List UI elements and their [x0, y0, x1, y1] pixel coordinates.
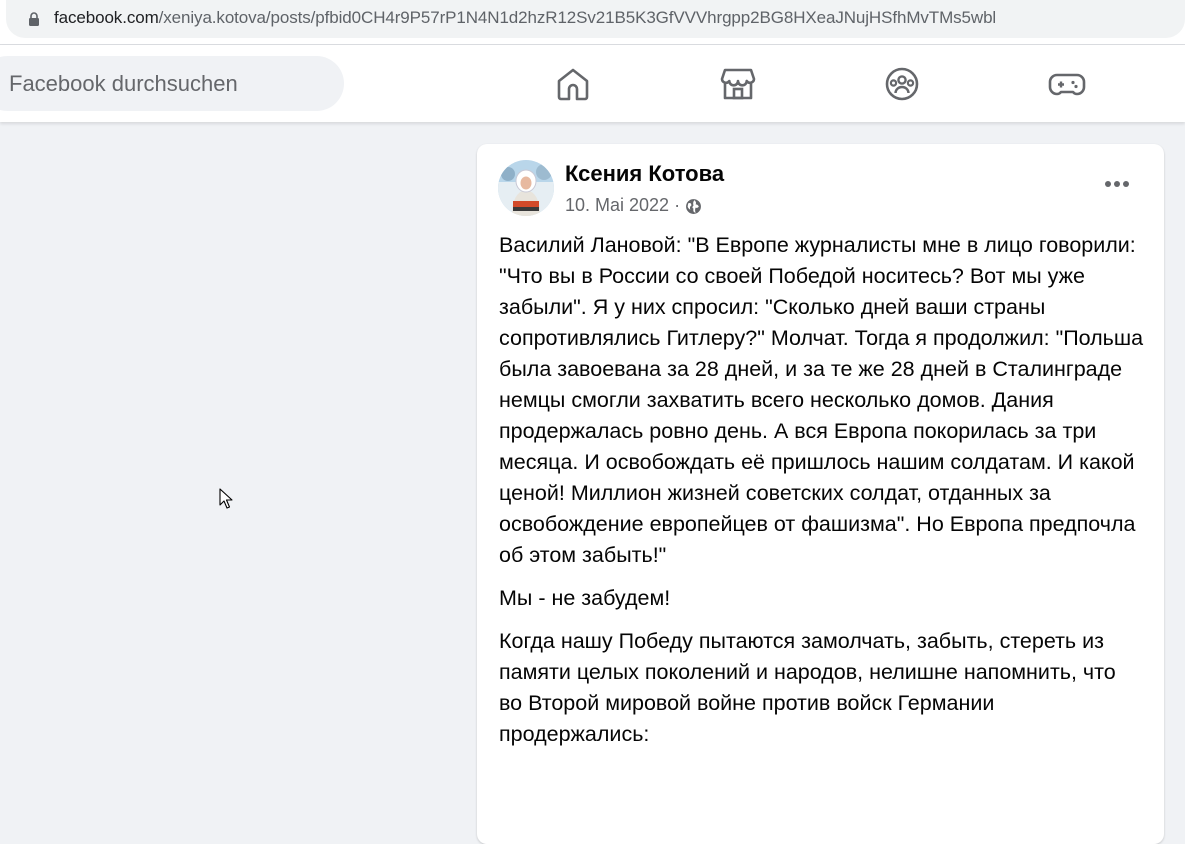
facebook-top-bar: Facebook durchsuchen: [0, 45, 1185, 122]
search-input[interactable]: Facebook durchsuchen: [9, 71, 238, 97]
mouse-cursor-icon: [219, 488, 233, 509]
groups-icon[interactable]: [882, 64, 922, 104]
meta-separator: ·: [674, 195, 681, 215]
globe-icon[interactable]: [685, 198, 702, 215]
marketplace-icon[interactable]: [718, 64, 758, 104]
post-paragraph: Когда нашу Победу пытаются замолчать, за…: [499, 629, 1116, 746]
lock-icon: [29, 12, 39, 26]
post-date[interactable]: 10. Mai 2022: [565, 195, 669, 216]
avatar[interactable]: [498, 160, 554, 216]
url-path: /xeniya.kotova/posts/pfbid0CH4r9P57rP1N4…: [158, 8, 997, 27]
post-paragraph: Мы - не забудем!: [499, 586, 671, 610]
url-domain: facebook.com: [54, 8, 159, 27]
browser-address-bar: facebook.com/xeniya.kotova/posts/pfbid0C…: [0, 0, 1185, 45]
avatar-image: [498, 160, 554, 216]
url-text[interactable]: facebook.com/xeniya.kotova/posts/pfbid0C…: [54, 8, 996, 28]
gaming-icon[interactable]: [1047, 64, 1087, 104]
post-author[interactable]: Ксения Котова: [565, 161, 724, 187]
post-text: Василий Лановой: "В Европе журналисты мн…: [499, 230, 1144, 762]
home-icon[interactable]: [553, 64, 593, 104]
more-options-icon[interactable]: [1104, 180, 1130, 188]
search-box[interactable]: Facebook durchsuchen: [0, 56, 344, 111]
url-field[interactable]: facebook.com/xeniya.kotova/posts/pfbid0C…: [6, 0, 1185, 38]
post-paragraph: Василий Лановой: "В Европе журналисты мн…: [499, 233, 1144, 567]
post-meta: 10. Mai 2022 ·: [565, 195, 702, 216]
post-card: Ксения Котова 10. Mai 2022 · Василий Лан…: [477, 144, 1164, 844]
